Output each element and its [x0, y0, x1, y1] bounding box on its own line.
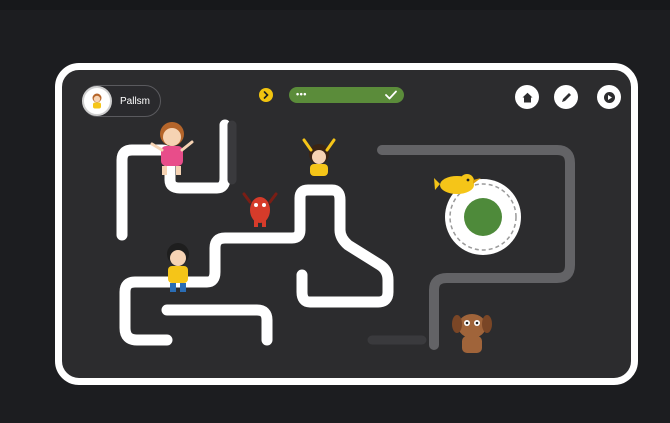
progress-bar: ••• [289, 87, 404, 103]
player-name: Pallsm [120, 95, 151, 107]
red-monster-character[interactable] [242, 192, 278, 227]
top-strip [0, 0, 670, 10]
dog-character[interactable] [452, 314, 492, 353]
player-badge[interactable]: Pallsm [82, 85, 162, 117]
progress-dots: ••• [296, 89, 307, 99]
play-button[interactable] [597, 85, 621, 109]
kid-avatar-icon [92, 93, 102, 109]
check-icon [385, 90, 397, 100]
pencil-icon [561, 92, 571, 102]
chevron-right-icon [263, 91, 269, 99]
edit-button[interactable] [554, 85, 578, 109]
play-icon [603, 91, 615, 103]
home-button[interactable] [515, 85, 539, 109]
avatar [82, 86, 112, 116]
game-board: Pallsm ••• [55, 63, 638, 385]
girl-character-yellow[interactable] [302, 138, 336, 176]
maze-track-main [161, 304, 273, 346]
home-icon [522, 92, 532, 102]
next-button[interactable] [259, 88, 273, 102]
